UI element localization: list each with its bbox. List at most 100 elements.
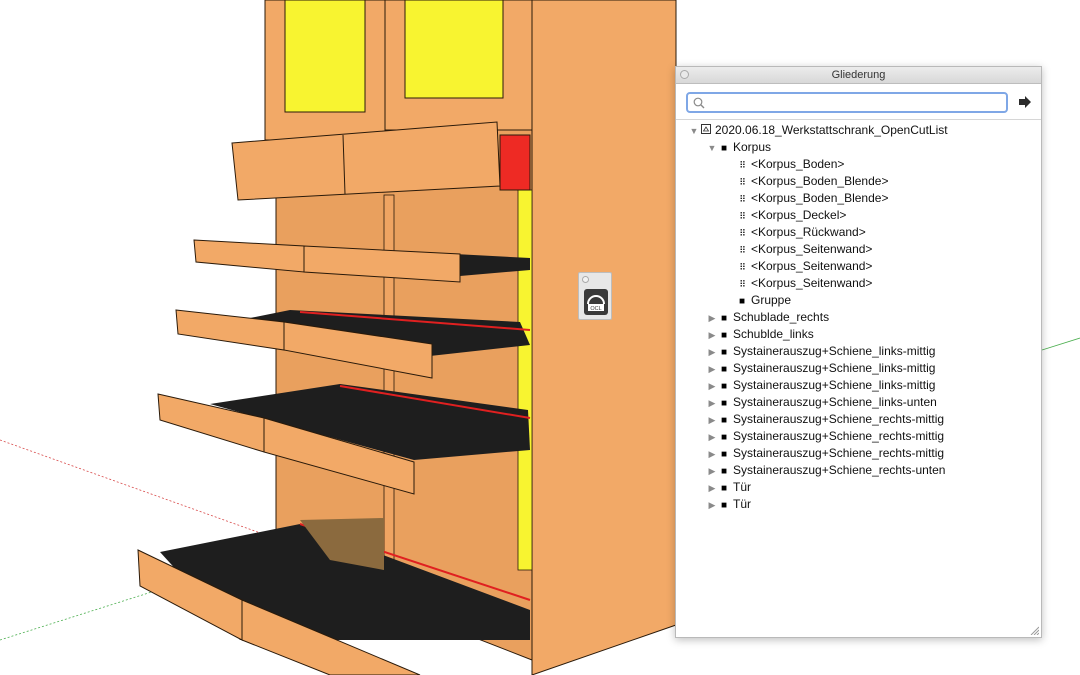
outliner-row-label: Systainerauszug+Schiene_rechts-mittig	[733, 429, 945, 443]
outliner-search-box[interactable]	[686, 92, 1008, 113]
svg-text:OCL: OCL	[590, 306, 601, 312]
outliner-row[interactable]: ▼ 2020.06.18_Werkstattschrank_OpenCutList	[688, 122, 948, 139]
drawer-row1-front-left	[193, 239, 305, 273]
outliner-row[interactable]: ⠿ <Korpus_Boden_Blende>	[724, 190, 888, 207]
outliner-row[interactable]: ▶ ■ Systainerauszug+Schiene_links-unten	[706, 394, 937, 411]
triangle-right-icon[interactable]: ▶	[706, 344, 718, 361]
group-icon: ■	[720, 415, 728, 426]
outliner-row-label: 2020.06.18_Werkstattschrank_OpenCutList	[715, 123, 948, 137]
outliner-row-label: <Korpus_Boden_Blende>	[751, 174, 889, 188]
outliner-row[interactable]: ▶ ■ Systainerauszug+Schiene_rechts-mittig	[706, 411, 945, 429]
triangle-right-icon[interactable]: ▶	[706, 395, 718, 412]
opencutlist-button[interactable]: OCL	[584, 289, 608, 315]
group-icon: ■	[720, 398, 728, 409]
outliner-row-label: Tür	[733, 480, 751, 494]
outliner-row[interactable]: ▶ ■ Systainerauszug+Schiene_links-mittig	[706, 343, 936, 361]
component-icon: ⠿	[739, 279, 746, 289]
outliner-row[interactable]: ▶ ■ Systainerauszug+Schiene_rechts-unten	[706, 462, 946, 480]
outliner-row[interactable]: ▶ ■ Systainerauszug+Schiene_rechts-mittig	[706, 428, 945, 446]
outliner-row[interactable]: ⠿ <Korpus_Boden>	[724, 156, 844, 173]
outliner-row-label: <Korpus_Seitenwand>	[751, 276, 873, 290]
search-icon	[693, 97, 705, 109]
outliner-row[interactable]: ▶ ■ Systainerauszug+Schiene_links-mittig	[706, 360, 936, 378]
group-icon: ■	[720, 432, 728, 443]
outliner-row-label: <Korpus_Boden_Blende>	[751, 191, 889, 205]
outliner-row-label: Korpus	[733, 140, 772, 154]
outliner-row-label: Schublade_rechts	[733, 310, 830, 324]
triangle-down-icon[interactable]: ▼	[706, 140, 718, 157]
triangle-right-icon[interactable]: ▶	[706, 327, 718, 344]
component-icon: ⠿	[739, 262, 746, 272]
group-icon: ■	[720, 364, 728, 375]
outliner-row-label: Systainerauszug+Schiene_links-unten	[733, 395, 937, 409]
group-icon: ■	[720, 381, 728, 392]
outliner-panel: Gliederung ▼ 2020.06.18_Werkstattschrank_…	[675, 66, 1042, 638]
outliner-row[interactable]: ⠿ <Korpus_Rückwand>	[724, 224, 866, 241]
outliner-row-label: Systainerauszug+Schiene_rechts-mittig	[733, 446, 945, 460]
triangle-right-icon[interactable]: ▶	[706, 378, 718, 395]
outliner-row-label: Systainerauszug+Schiene_links-mittig	[733, 378, 936, 392]
outliner-search-input[interactable]	[708, 94, 1002, 113]
group-icon: ■	[720, 313, 728, 324]
triangle-right-icon[interactable]: ▶	[706, 463, 718, 480]
outliner-row-label: Gruppe	[751, 293, 792, 307]
component-icon: ⠿	[739, 245, 746, 255]
outliner-row[interactable]: ⠿ <Korpus_Seitenwand>	[724, 241, 872, 258]
group-icon: ■	[720, 500, 728, 511]
group-icon: ■	[720, 449, 728, 460]
outliner-row[interactable]: ▼ ■ Korpus	[706, 139, 772, 157]
outliner-row-label: Systainerauszug+Schiene_rechts-unten	[733, 463, 946, 477]
triangle-down-icon[interactable]: ▼	[688, 123, 700, 140]
outliner-row[interactable]: ▶ ■ Tür	[706, 496, 751, 513]
yellow-strip	[517, 189, 533, 571]
outliner-row[interactable]: ⠿ <Korpus_Seitenwand>	[724, 275, 872, 292]
outliner-row[interactable]: ■ Gruppe	[724, 292, 791, 309]
group-icon: ■	[738, 296, 746, 307]
triangle-right-icon[interactable]: ▶	[706, 412, 718, 429]
triangle-right-icon[interactable]: ▶	[706, 429, 718, 446]
panel-close-icon[interactable]	[680, 70, 689, 79]
component-icon: ⠿	[739, 211, 746, 221]
triangle-right-icon[interactable]: ▶	[706, 310, 718, 327]
outliner-row-label: <Korpus_Rückwand>	[751, 225, 866, 239]
outliner-row[interactable]: ▶ ■ Systainerauszug+Schiene_links-mittig	[706, 377, 936, 395]
outliner-row[interactable]: ▶ ■ Schublade_rechts	[706, 309, 830, 327]
group-icon: ■	[720, 143, 728, 154]
outliner-row-label: <Korpus_Deckel>	[751, 208, 847, 222]
outliner-row-label: <Korpus_Seitenwand>	[751, 242, 873, 256]
triangle-right-icon[interactable]: ▶	[706, 446, 718, 463]
toolbar-close-icon[interactable]	[582, 276, 589, 283]
group-icon: ■	[720, 330, 728, 341]
triangle-right-icon[interactable]: ▶	[706, 361, 718, 378]
details-arrow-icon[interactable]	[1018, 95, 1032, 109]
outliner-row-label: Tür	[733, 497, 751, 511]
outliner-row-label: Schublde_links	[733, 327, 814, 341]
triangle-right-icon[interactable]: ▶	[706, 497, 718, 514]
outliner-row[interactable]: ▶ ■ Systainerauszug+Schiene_rechts-mittig	[706, 445, 945, 463]
outliner-row[interactable]: ⠿ <Korpus_Seitenwand>	[724, 258, 872, 275]
group-icon: ■	[720, 483, 728, 494]
door-right-glass	[404, 0, 504, 99]
green-axis-solid	[1041, 337, 1080, 351]
outliner-tree[interactable]: ▼ 2020.06.18_Werkstattschrank_OpenCutList…	[676, 119, 1041, 637]
resize-grip-icon[interactable]	[1029, 625, 1039, 635]
component-icon: ⠿	[739, 177, 746, 187]
outliner-row[interactable]: ▶ ■ Schublde_links	[706, 326, 814, 343]
outliner-row-label: Systainerauszug+Schiene_rechts-mittig	[733, 412, 945, 426]
group-icon: ■	[720, 347, 728, 358]
outliner-title: Gliederung	[831, 69, 886, 81]
model-icon	[700, 123, 712, 140]
outliner-row-label: Systainerauszug+Schiene_links-mittig	[733, 361, 936, 375]
triangle-right-icon[interactable]: ▶	[706, 480, 718, 497]
component-icon: ⠿	[739, 160, 746, 170]
ocl-toolbar: OCL	[578, 272, 612, 320]
component-icon: ⠿	[739, 228, 746, 238]
opencutlist-icon: OCL	[587, 295, 605, 312]
component-icon: ⠿	[739, 194, 746, 204]
outliner-titlebar[interactable]: Gliederung	[676, 67, 1041, 84]
outliner-row[interactable]: ⠿ <Korpus_Boden_Blende>	[724, 173, 888, 190]
door-left-glass	[284, 0, 366, 113]
outliner-row[interactable]: ⠿ <Korpus_Deckel>	[724, 207, 846, 224]
outliner-row-label: <Korpus_Boden>	[751, 157, 845, 171]
outliner-row[interactable]: ▶ ■ Tür	[706, 479, 751, 496]
